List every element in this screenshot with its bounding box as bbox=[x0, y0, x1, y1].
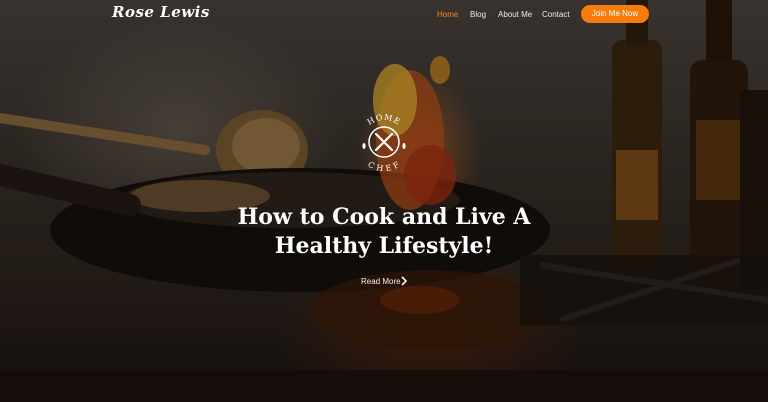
join-me-now-button[interactable]: Join Me Now bbox=[581, 5, 649, 23]
home-chef-badge: HOME CHEF bbox=[362, 113, 406, 174]
nav-link-blog[interactable]: Blog bbox=[470, 10, 486, 19]
hero-section: Rose Lewis Home Blog About Me Contact Jo… bbox=[0, 0, 768, 402]
section-divider-band bbox=[0, 370, 768, 402]
crossed-utensils-icon bbox=[374, 132, 394, 152]
nav-link-home[interactable]: Home bbox=[437, 10, 458, 19]
headline-line-1: How to Cook and Live A bbox=[237, 203, 531, 230]
nav-link-contact[interactable]: Contact bbox=[542, 10, 570, 19]
badge-bottom-text: CHEF bbox=[366, 160, 400, 174]
top-navbar: Rose Lewis Home Blog About Me Contact Jo… bbox=[0, 0, 768, 28]
hero-overlay bbox=[0, 0, 768, 402]
headline-line-2: Healthy Lifestyle! bbox=[274, 232, 494, 259]
svg-text:HOME: HOME bbox=[366, 113, 403, 127]
svg-text:CHEF: CHEF bbox=[366, 160, 401, 174]
badge-top-text: HOME bbox=[366, 113, 402, 127]
site-logo[interactable]: Rose Lewis bbox=[112, 3, 210, 21]
read-more-link[interactable]: Read More bbox=[361, 277, 401, 286]
hero-headline: How to Cook and Live A Healthy Lifestyle… bbox=[0, 203, 768, 261]
chevron-right-icon[interactable] bbox=[400, 276, 408, 286]
nav-link-about-me[interactable]: About Me bbox=[498, 10, 532, 19]
